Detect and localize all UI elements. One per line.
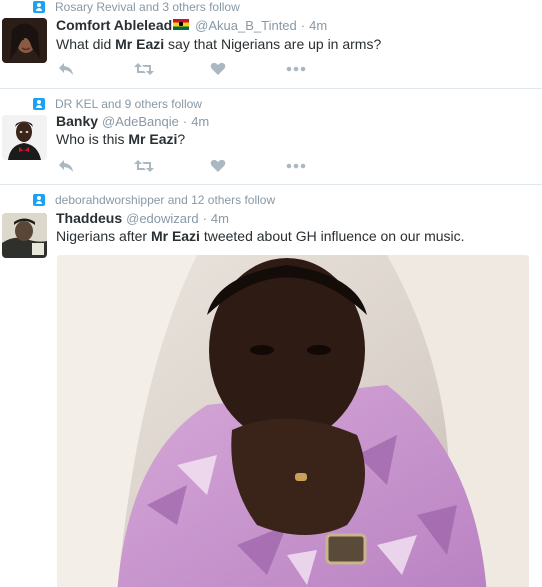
tweet-header: Banky @AdeBanqie · 4m <box>56 113 209 129</box>
social-context: DR KEL and 9 others follow <box>33 97 202 111</box>
tweet-text-part: Who is this <box>56 131 129 147</box>
tweet-header: Comfort Ablelead @Akua_B_Tinted · 4m <box>56 17 327 33</box>
heart-icon <box>210 159 226 172</box>
follow-context-icon <box>33 194 45 206</box>
social-context: Rosary Revival and 3 others follow <box>33 0 240 14</box>
heart-icon <box>210 62 226 75</box>
tweet-text-part: ? <box>177 131 186 147</box>
more-button[interactable] <box>286 60 362 78</box>
follow-context-icon <box>33 1 45 13</box>
user-name[interactable]: Banky <box>56 113 98 129</box>
tweet-header: Thaddeus @edowizard · 4m <box>56 210 229 226</box>
avatar[interactable] <box>2 18 47 63</box>
more-dots-icon <box>286 163 306 169</box>
tweet-actions <box>58 157 362 175</box>
social-context-text: deborahdworshipper and 12 others follow <box>55 193 276 207</box>
social-context-text: Rosary Revival and 3 others follow <box>55 0 240 14</box>
tweet-card[interactable]: deborahdworshipper and 12 others follow … <box>0 185 542 587</box>
highlighted-term: Mr Eazi <box>115 36 165 52</box>
timestamp[interactable]: 4m <box>309 18 327 33</box>
avatar[interactable] <box>2 115 47 160</box>
tweet-text-part: say that Nigerians are up in arms? <box>164 36 382 52</box>
retweet-button[interactable] <box>134 157 210 175</box>
tweet-text-part: What did <box>56 36 116 52</box>
reply-icon <box>59 63 73 75</box>
retweet-button[interactable] <box>134 60 210 78</box>
media-image <box>57 255 529 587</box>
separator: · <box>202 211 207 226</box>
tweet-card[interactable]: DR KEL and 9 others follow Banky @AdeBan… <box>0 89 542 185</box>
tweet-text-part: tweeted about GH influence on our music. <box>199 228 465 244</box>
highlighted-term: Mr Eazi <box>128 131 178 147</box>
tweet-card[interactable]: Rosary Revival and 3 others follow Comfo… <box>0 0 542 89</box>
retweet-icon <box>134 63 154 75</box>
tweet-text: Nigerians after Mr Eazi tweeted about GH… <box>56 228 465 244</box>
follow-context-icon <box>33 98 45 110</box>
user-handle[interactable]: @AdeBanqie <box>102 114 179 129</box>
timestamp[interactable]: 4m <box>211 211 229 226</box>
timestamp[interactable]: 4m <box>191 114 209 129</box>
tweet-text: Who is this Mr Eazi? <box>56 131 185 147</box>
user-handle[interactable]: @edowizard <box>126 211 198 226</box>
separator: · <box>182 114 188 129</box>
like-button[interactable] <box>210 157 286 175</box>
highlighted-term: Mr Eazi <box>150 228 200 244</box>
user-name[interactable]: Thaddeus <box>56 210 122 226</box>
ghana-flag-icon <box>173 19 190 30</box>
social-context-text: DR KEL and 9 others follow <box>55 97 202 111</box>
retweet-icon <box>134 160 154 172</box>
tweet-media-photo[interactable] <box>57 255 529 587</box>
user-name[interactable]: Comfort Ablelead <box>56 17 172 33</box>
avatar[interactable] <box>2 213 47 258</box>
reply-icon <box>59 160 73 172</box>
separator: · <box>300 18 306 33</box>
tweet-text-part: Nigerians after <box>56 228 151 244</box>
user-handle[interactable]: @Akua_B_Tinted <box>195 18 297 33</box>
more-dots-icon <box>286 66 306 72</box>
tweet-actions <box>58 60 362 78</box>
like-button[interactable] <box>210 60 286 78</box>
reply-button[interactable] <box>58 157 134 175</box>
tweet-text: What did Mr Eazi say that Nigerians are … <box>56 36 381 52</box>
social-context: deborahdworshipper and 12 others follow <box>33 193 275 207</box>
more-button[interactable] <box>286 157 362 175</box>
reply-button[interactable] <box>58 60 134 78</box>
